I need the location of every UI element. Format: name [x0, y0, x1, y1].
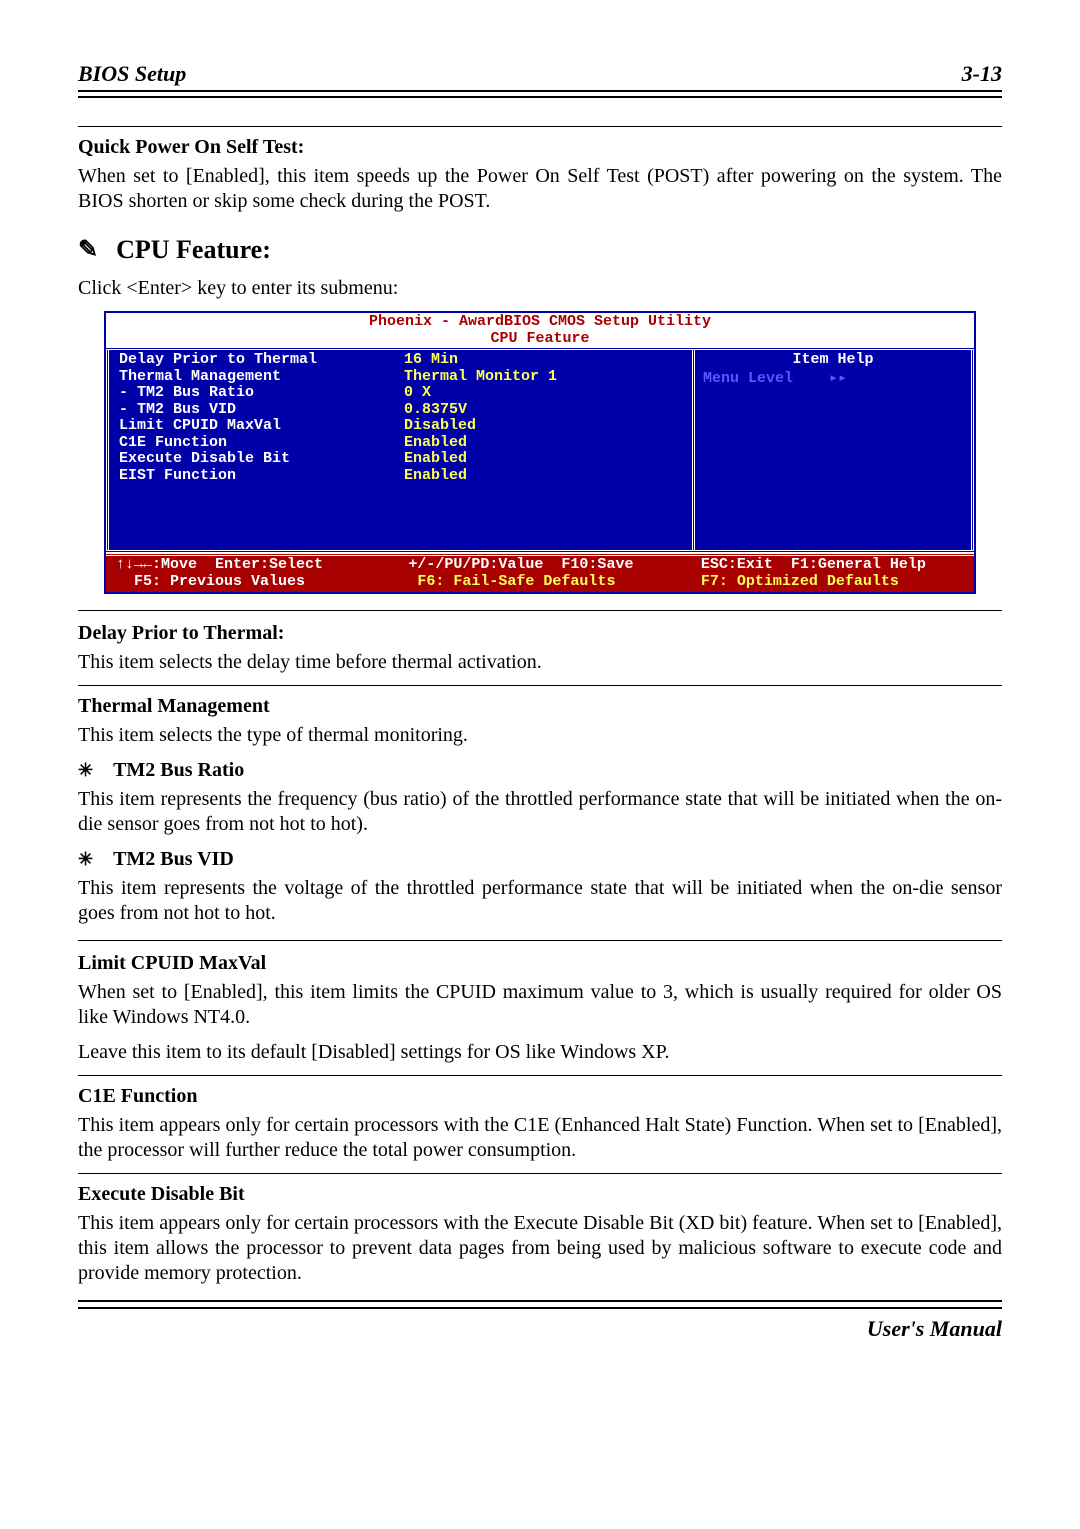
body-text: This item appears only for certain proce…	[78, 1113, 1002, 1163]
subsection-heading: ✳ TM2 Bus Ratio	[78, 758, 1002, 783]
header-left: BIOS Setup	[78, 60, 186, 88]
bios-option-labels: Delay Prior to Thermal Thermal Managemen…	[119, 352, 404, 508]
section-heading: Quick Power On Self Test:	[78, 135, 1002, 160]
subsection-title: TM2 Bus Ratio	[113, 758, 244, 783]
header-double-rule	[78, 94, 1002, 98]
rule	[78, 1075, 1002, 1076]
section-heading: Thermal Management	[78, 694, 1002, 719]
cpu-feature-heading: ✎ CPU Feature:	[78, 234, 1002, 267]
body-text: Leave this item to its default [Disabled…	[78, 1040, 1002, 1065]
rule	[78, 685, 1002, 686]
bios-option-values: 16 Min Thermal Monitor 1 0 X 0.8375V Dis…	[404, 352, 684, 508]
bios-title: Phoenix - AwardBIOS CMOS Setup Utility C…	[106, 313, 974, 347]
body-text: This item selects the type of thermal mo…	[78, 723, 1002, 748]
body-text: When set to [Enabled], this item limits …	[78, 980, 1002, 1030]
bios-body: Delay Prior to Thermal Thermal Managemen…	[106, 350, 974, 550]
rule	[78, 610, 1002, 611]
section-heading: Execute Disable Bit	[78, 1182, 1002, 1207]
body-text: This item represents the voltage of the …	[78, 876, 1002, 926]
bios-footer-col3: ESC:Exit F1:General Help F7: Optimized D…	[701, 557, 964, 590]
subsection-title: TM2 Bus VID	[113, 847, 234, 872]
cpu-feature-title: CPU Feature:	[116, 234, 271, 267]
bios-title-line2: CPU Feature	[490, 330, 589, 347]
section-heading: Limit CPUID MaxVal	[78, 951, 1002, 976]
body-text: When set to [Enabled], this item speeds …	[78, 164, 1002, 214]
bios-screenshot: Phoenix - AwardBIOS CMOS Setup Utility C…	[104, 311, 976, 594]
rule	[78, 126, 1002, 127]
section-heading: Delay Prior to Thermal:	[78, 621, 1002, 646]
footer-double-rule	[78, 1300, 1002, 1304]
header-right: 3-13	[962, 60, 1002, 88]
rule	[78, 940, 1002, 941]
bios-footer-col1: ↑↓→←:Move Enter:Select F5: Previous Valu…	[116, 557, 408, 590]
star-icon: ✳	[78, 848, 93, 871]
page-header: BIOS Setup 3-13	[78, 60, 1002, 92]
page-footer: User's Manual	[78, 1307, 1002, 1343]
bios-footer-col2: +/-/PU/PD:Value F10:Save F6: Fail-Safe D…	[408, 557, 700, 590]
body-text: This item represents the frequency (bus …	[78, 787, 1002, 837]
body-text: Click <Enter> key to enter its submenu:	[78, 276, 1002, 301]
section-heading: C1E Function	[78, 1084, 1002, 1109]
rule	[78, 1173, 1002, 1174]
bios-item-help-label: Item Help	[703, 352, 963, 369]
subsection-heading: ✳ TM2 Bus VID	[78, 847, 1002, 872]
bios-options-pane: Delay Prior to Thermal Thermal Managemen…	[109, 350, 692, 550]
bios-menu-level: Menu Level ▸▸	[703, 371, 963, 388]
bios-help-pane: Item Help Menu Level ▸▸	[692, 350, 971, 550]
body-text: This item appears only for certain proce…	[78, 1211, 1002, 1286]
bios-title-line1: Phoenix - AwardBIOS CMOS Setup Utility	[369, 313, 711, 330]
body-text: This item selects the delay time before …	[78, 650, 1002, 675]
star-icon: ✳	[78, 759, 93, 782]
pointer-icon: ✎	[78, 235, 98, 265]
bios-footer: ↑↓→←:Move Enter:Select F5: Previous Valu…	[106, 553, 974, 592]
